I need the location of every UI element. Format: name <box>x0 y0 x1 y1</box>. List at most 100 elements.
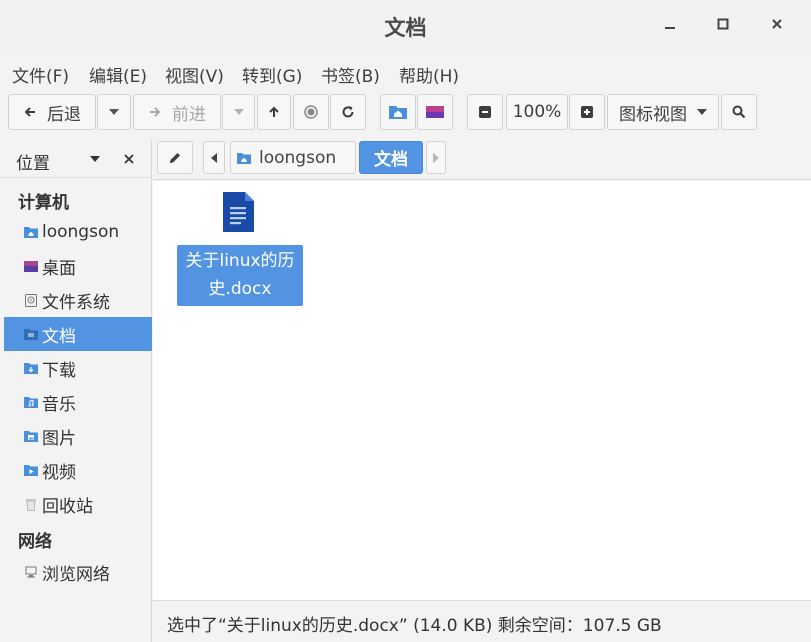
sidebar-item-downloads[interactable]: 下载 <box>4 351 152 385</box>
back-button[interactable]: 后退 <box>8 94 96 130</box>
search-icon <box>732 105 746 119</box>
home-folder-icon <box>389 106 407 119</box>
zoom-in-button[interactable] <box>569 94 605 130</box>
sidebar-item-documents[interactable]: 文档 <box>4 317 152 351</box>
sidebar-item-label: 下载 <box>42 360 76 381</box>
path-crumb-label: loongson <box>259 147 337 168</box>
edit-location-button[interactable] <box>157 141 193 174</box>
documents-folder-icon <box>24 327 38 341</box>
sidebar-item-label: 桌面 <box>42 258 76 279</box>
arrow-right-icon <box>150 107 161 117</box>
caret-left-icon <box>211 152 217 163</box>
drive-icon <box>24 293 38 307</box>
sidebar-item-pictures[interactable]: 图片 <box>4 419 152 453</box>
sidebar-item-home[interactable]: loongson <box>4 215 152 249</box>
back-label: 后退 <box>47 104 81 125</box>
home-folder-icon <box>24 225 38 239</box>
path-crumb-documents[interactable]: 文档 <box>359 141 423 174</box>
status-bar: 选中了“关于linux的历史.docx” (14.0 KB) 剩余空间：107.… <box>153 600 811 642</box>
trash-icon <box>24 497 38 511</box>
menu-view[interactable]: 视图(V) <box>165 62 224 87</box>
path-crumb-label: 文档 <box>374 150 408 170</box>
arrow-up-icon <box>269 106 279 117</box>
menu-file[interactable]: 文件(F) <box>12 62 69 87</box>
home-folder-icon <box>237 152 251 164</box>
reload-icon <box>342 106 354 118</box>
file-name-line-1: 关于linux的历 <box>185 251 295 271</box>
path-crumb-home[interactable]: loongson <box>230 141 356 174</box>
menu-go[interactable]: 转到(G) <box>242 62 302 87</box>
sidebar-title: 位置 <box>16 154 50 174</box>
caret-down-icon <box>233 109 244 115</box>
forward-history-button[interactable] <box>222 94 255 130</box>
path-bar: loongson 文档 <box>153 140 811 180</box>
sidebar-item-videos[interactable]: 视频 <box>4 453 152 487</box>
menu-bookmarks[interactable]: 书签(B) <box>321 62 380 87</box>
path-scroll-right-button[interactable] <box>426 141 446 174</box>
caret-right-icon <box>433 152 439 163</box>
reload-button[interactable] <box>330 94 366 130</box>
zoom-out-button[interactable] <box>467 94 503 130</box>
sidebar-item-desktop[interactable]: 桌面 <box>4 249 152 283</box>
sidebar-item-label: 视频 <box>42 462 76 483</box>
status-text: 选中了“关于linux的历史.docx” (14.0 KB) 剩余空间：107.… <box>167 616 662 636</box>
sidebar-item-music[interactable]: 音乐 <box>4 385 152 419</box>
window-title: 文档 <box>384 16 427 40</box>
zoom-level: 100% <box>512 102 562 122</box>
stop-button[interactable] <box>293 94 329 130</box>
desktop-icon <box>426 106 444 118</box>
close-button[interactable] <box>764 12 790 36</box>
sidebar-item-trash[interactable]: 回收站 <box>4 487 152 521</box>
pencil-icon <box>170 152 180 163</box>
sidebar: 位置 计算机 loongson 桌面 文件系统 文档 下载 音乐 图片 视频 回… <box>0 140 152 642</box>
music-folder-icon <box>24 395 38 409</box>
up-button[interactable] <box>257 94 291 130</box>
pictures-folder-icon <box>24 429 38 443</box>
sidebar-section-network: 网络 <box>18 532 52 552</box>
path-scroll-left-button[interactable] <box>203 141 225 174</box>
forward-button[interactable]: 前进 <box>133 94 221 130</box>
file-view[interactable]: 关于linux的历 史.docx <box>153 181 811 600</box>
minimize-button[interactable] <box>657 12 683 36</box>
downloads-folder-icon <box>24 361 38 375</box>
sidebar-header: 位置 <box>0 140 152 178</box>
maximize-icon <box>717 18 729 30</box>
stop-icon <box>304 105 318 119</box>
sidebar-item-label: 图片 <box>42 428 76 449</box>
view-mode-dropdown[interactable]: 图标视图 <box>607 94 719 130</box>
arrow-left-icon <box>24 107 35 117</box>
back-history-button[interactable] <box>97 94 131 130</box>
search-button[interactable] <box>721 94 757 130</box>
close-icon <box>772 19 782 29</box>
sidebar-item-browse-network[interactable]: 浏览网络 <box>4 555 152 589</box>
maximize-button[interactable] <box>710 12 736 36</box>
minimize-icon <box>665 27 675 29</box>
sidebar-close-icon[interactable] <box>124 154 134 164</box>
sidebar-item-label: 文件系统 <box>42 292 110 313</box>
sidebar-section-computer: 计算机 <box>18 193 69 213</box>
menu-edit[interactable]: 编辑(E) <box>89 62 147 87</box>
network-icon <box>24 565 38 579</box>
videos-folder-icon <box>24 463 38 477</box>
minus-icon <box>479 106 491 118</box>
home-button[interactable] <box>380 94 416 130</box>
computer-button[interactable] <box>417 94 453 130</box>
sidebar-item-filesystem[interactable]: 文件系统 <box>4 283 152 317</box>
menu-help[interactable]: 帮助(H) <box>399 62 459 87</box>
caret-down-icon <box>109 109 119 115</box>
toolbar: 后退 前进 100% 图标视图 <box>0 92 811 134</box>
menu-bar: 文件(F) 编辑(E) 视图(V) 转到(G) 书签(B) 帮助(H) <box>0 58 811 87</box>
sidebar-item-label: 文档 <box>42 326 76 347</box>
view-mode-label: 图标视图 <box>619 104 687 125</box>
desktop-icon <box>24 259 38 273</box>
word-document-icon <box>223 192 254 232</box>
sidebar-item-label: 回收站 <box>42 496 93 517</box>
sidebar-item-label: 浏览网络 <box>42 564 110 585</box>
caret-down-icon <box>697 109 707 115</box>
forward-label: 前进 <box>172 104 206 125</box>
sidebar-dropdown-icon[interactable] <box>90 156 100 162</box>
plus-icon <box>581 106 593 118</box>
sidebar-item-label: 音乐 <box>42 394 76 415</box>
zoom-reset-button[interactable]: 100% <box>506 94 568 130</box>
sidebar-item-label: loongson <box>42 222 120 242</box>
